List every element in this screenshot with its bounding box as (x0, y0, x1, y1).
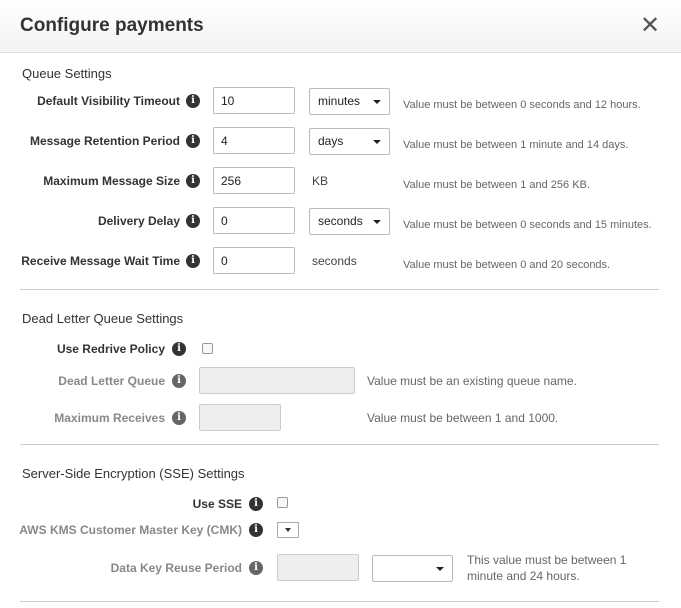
max-message-size-unit: KB (312, 174, 329, 188)
use-sse-label: Use SSE (192, 497, 242, 511)
redrive-policy-checkbox[interactable] (202, 343, 213, 354)
visibility-timeout-hint: Value must be between 0 seconds and 12 h… (403, 99, 641, 111)
visibility-timeout-unit-select[interactable]: minutes (309, 88, 390, 115)
info-icon: i (172, 374, 186, 388)
data-key-reuse-label: Data Key Reuse Period (110, 561, 242, 575)
max-receives-input[interactable] (199, 404, 281, 431)
close-icon[interactable]: ✕ (640, 14, 660, 38)
info-icon[interactable]: i (186, 214, 200, 228)
max-message-size-hint: Value must be between 1 and 256 KB. (403, 179, 590, 191)
section-divider (20, 289, 659, 290)
retention-period-label: Message Retention Period (29, 134, 180, 148)
wait-time-unit: seconds (312, 254, 357, 268)
dead-letter-queue-label: Dead Letter Queue (58, 374, 165, 388)
chevron-down-icon (373, 100, 381, 104)
info-icon: i (172, 411, 186, 425)
visibility-timeout-unit-value: minutes (318, 94, 361, 108)
section-divider (20, 601, 659, 602)
chevron-down-icon (373, 140, 381, 144)
delivery-delay-input[interactable] (213, 207, 295, 234)
max-receives-label: Maximum Receives (54, 411, 165, 425)
max-message-size-input[interactable] (213, 167, 295, 194)
wait-time-label: Receive Message Wait Time (21, 254, 180, 268)
dialog-header: Configure payments ✕ (0, 0, 681, 53)
delivery-delay-label: Delivery Delay (97, 214, 180, 228)
dead-letter-queue-hint: Value must be an existing queue name. (367, 374, 577, 388)
retention-period-unit-value: days (318, 134, 344, 148)
delivery-delay-unit-select[interactable]: seconds (309, 208, 390, 235)
info-icon[interactable]: i (186, 134, 200, 148)
data-key-reuse-hint-line1: This value must be between 1 (467, 553, 627, 567)
retention-period-hint: Value must be between 1 minute and 14 da… (403, 139, 629, 151)
info-icon[interactable]: i (186, 174, 200, 188)
max-receives-hint: Value must be between 1 and 1000. (367, 411, 559, 425)
chevron-down-icon (373, 220, 381, 224)
section-title-dlq-settings: Dead Letter Queue Settings (22, 311, 184, 326)
dialog-title: Configure payments (20, 15, 204, 36)
visibility-timeout-label: Default Visibility Timeout (37, 94, 180, 108)
redrive-policy-label: Use Redrive Policy (56, 342, 165, 356)
section-title-sse-settings: Server-Side Encryption (SSE) Settings (22, 466, 245, 481)
visibility-timeout-input[interactable] (213, 87, 295, 114)
cmk-select[interactable] (277, 522, 299, 538)
data-key-reuse-input[interactable] (277, 554, 359, 581)
chevron-down-icon (285, 528, 291, 532)
chevron-down-icon (436, 567, 444, 571)
data-key-reuse-hint-line2: minute and 24 hours. (467, 569, 580, 583)
retention-period-input[interactable] (213, 127, 295, 154)
info-icon[interactable]: i (172, 342, 186, 356)
cmk-label: AWS KMS Customer Master Key (CMK) (19, 523, 242, 537)
max-message-size-label: Maximum Message Size (43, 174, 180, 188)
dead-letter-queue-input[interactable] (199, 367, 355, 394)
info-icon[interactable]: i (186, 94, 200, 108)
wait-time-input[interactable] (213, 247, 295, 274)
section-divider (20, 444, 659, 445)
retention-period-unit-select[interactable]: days (309, 128, 390, 155)
delivery-delay-unit-value: seconds (318, 214, 363, 228)
wait-time-hint: Value must be between 0 and 20 seconds. (403, 259, 611, 271)
info-icon[interactable]: i (249, 497, 263, 511)
delivery-delay-hint: Value must be between 0 seconds and 15 m… (403, 219, 652, 231)
info-icon[interactable]: i (249, 523, 263, 537)
use-sse-checkbox[interactable] (277, 497, 288, 508)
section-title-queue-settings: Queue Settings (22, 66, 112, 81)
data-key-reuse-unit-select[interactable] (372, 555, 453, 582)
info-icon[interactable]: i (186, 254, 200, 268)
info-icon: i (249, 561, 263, 575)
